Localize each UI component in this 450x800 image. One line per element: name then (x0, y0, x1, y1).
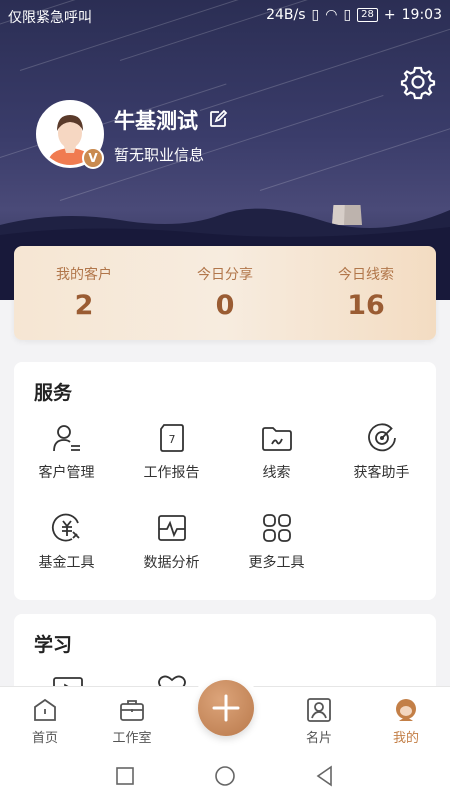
stat-value: 16 (347, 290, 385, 321)
service-more-tools[interactable]: 更多工具 (224, 512, 329, 572)
sim-icon: ▯ (343, 7, 352, 23)
home-icon (34, 698, 56, 721)
stat-label: 今日线索 (338, 267, 394, 283)
home-circle-icon[interactable] (213, 764, 237, 788)
service-fund-tools[interactable]: 基金工具 (14, 512, 119, 572)
nav-label: 工作室 (112, 731, 152, 746)
settings-gear-icon[interactable] (400, 64, 436, 100)
carrier-text: 仅限紧急呼叫 (8, 10, 92, 26)
service-lead-assistant[interactable]: 获客助手 (329, 422, 434, 482)
back-icon[interactable] (313, 764, 337, 788)
services-title: 服务 (34, 382, 73, 404)
service-label: 工作报告 (143, 465, 200, 481)
customer-manage-icon (52, 425, 80, 452)
profile-subtitle: 暂无职业信息 (114, 146, 205, 164)
nav-card[interactable]: 名片 (274, 697, 364, 746)
verified-badge: V (82, 147, 104, 169)
folder-lead-icon (261, 427, 292, 451)
nav-studio[interactable]: 工作室 (87, 697, 177, 746)
chart-pulse-icon (157, 515, 186, 541)
service-leads[interactable]: 线索 (224, 422, 329, 482)
profile-name: 牛基测试 (114, 109, 198, 133)
stat-value: 2 (74, 290, 94, 321)
fund-icon (51, 513, 80, 542)
nav-mine[interactable]: 我的 (361, 697, 450, 746)
grid-more-icon (262, 514, 291, 542)
services-card: 服务 客户管理 7 工作报告 线索 获客助手 基金工具 数据分析 更多工具 (14, 362, 436, 600)
add-button[interactable] (198, 680, 254, 736)
status-bar: 仅限紧急呼叫 24B/s ▯ ◠ ▯ 28 + 19:03 (0, 0, 450, 32)
nav-label: 我的 (392, 731, 419, 746)
report-day: 7 (168, 433, 175, 446)
stat-my-customers[interactable]: 我的客户 2 (14, 264, 154, 321)
clock: 19:03 (401, 7, 442, 23)
service-work-report[interactable]: 7 工作报告 (119, 422, 224, 482)
battery-icon: 28 (357, 8, 378, 22)
edit-icon[interactable] (208, 109, 228, 129)
stat-today-shares[interactable]: 今日分享 0 (155, 264, 295, 321)
service-label: 更多工具 (248, 555, 305, 571)
wifi-icon: ◠ (325, 7, 338, 23)
nav-label: 名片 (305, 731, 332, 746)
service-label: 客户管理 (38, 465, 95, 481)
mine-avatar-icon (396, 699, 416, 721)
radar-icon (367, 423, 396, 452)
vibrate-icon: ▯ (311, 7, 320, 23)
learning-title: 学习 (34, 634, 73, 656)
stat-label: 我的客户 (56, 267, 112, 283)
service-customer-manage[interactable]: 客户管理 (14, 422, 119, 482)
recent-apps-icon[interactable] (114, 765, 136, 787)
system-nav-bar (0, 752, 450, 800)
service-label: 基金工具 (38, 555, 95, 571)
service-label: 数据分析 (143, 555, 200, 571)
stat-label: 今日分享 (197, 267, 253, 283)
briefcase-icon (120, 700, 144, 721)
status-icons: 24B/s ▯ ◠ ▯ 28 + 19:03 (266, 7, 442, 23)
service-data-analysis[interactable]: 数据分析 (119, 512, 224, 572)
calendar-report-icon: 7 (159, 424, 184, 452)
nav-label: 首页 (31, 731, 58, 746)
plus-icon (212, 694, 240, 722)
service-label: 获客助手 (353, 465, 410, 481)
stats-card: 我的客户 2 今日分享 0 今日线索 16 (14, 246, 436, 340)
business-card-icon (307, 698, 331, 722)
stat-value: 0 (215, 290, 235, 321)
stat-today-leads[interactable]: 今日线索 16 (296, 264, 436, 321)
network-speed: 24B/s (266, 7, 306, 23)
nav-home[interactable]: 首页 (0, 697, 90, 746)
service-label: 线索 (262, 465, 291, 481)
charging-icon: + (383, 7, 396, 23)
